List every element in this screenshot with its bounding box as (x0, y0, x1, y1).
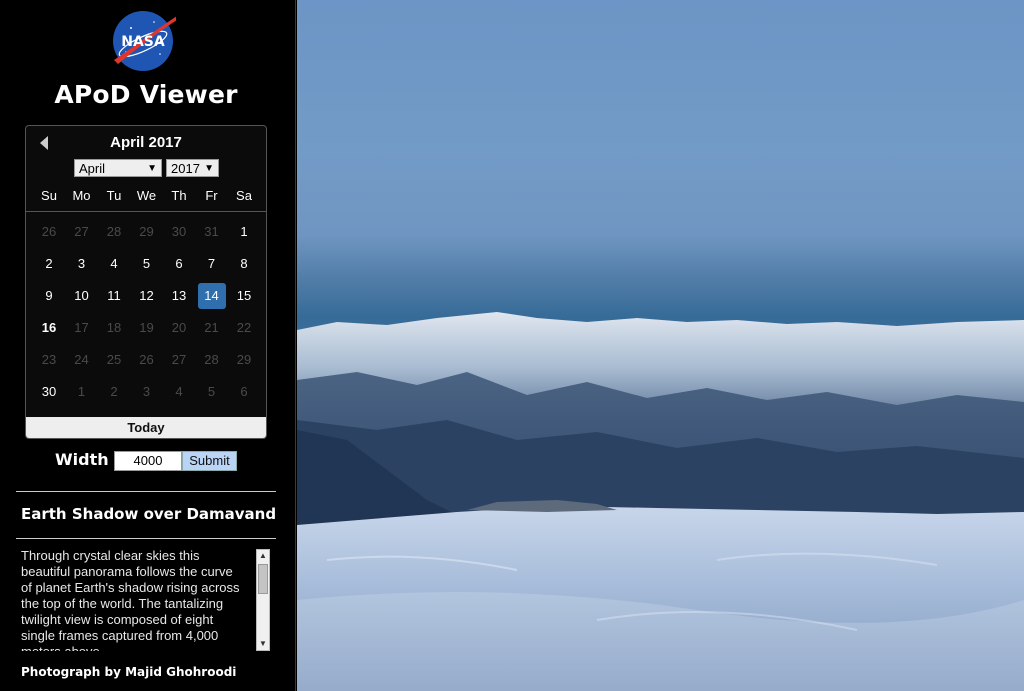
calendar-day[interactable]: 7 (198, 251, 226, 277)
calendar-day: 27 (171, 352, 187, 367)
calendar-day: 28 (106, 224, 122, 239)
article-description: Through crystal clear skies this beautif… (21, 548, 240, 651)
calendar-day: 2 (110, 384, 118, 399)
calendar-day: 23 (41, 352, 57, 367)
calendar-day: 22 (236, 320, 252, 335)
calendar-day: 1 (77, 384, 86, 399)
description-box[interactable]: Through crystal clear skies this beautif… (16, 548, 272, 651)
dropdown-arrow-icon: ▼ (204, 163, 214, 174)
scroll-thumb[interactable] (258, 564, 268, 594)
calendar-day: 25 (106, 352, 122, 367)
calendar-day: 28 (204, 352, 219, 367)
dropdown-arrow-icon: ▼ (147, 163, 157, 174)
calendar-day: 21 (204, 320, 219, 335)
calendar-day[interactable]: 11 (100, 283, 128, 309)
nasa-logo: NASA (110, 8, 183, 74)
weekday-header: Sa (236, 188, 252, 203)
calendar-day: 26 (41, 224, 57, 239)
weekday-header: Th (171, 188, 187, 203)
date-picker-calendar: April 2017 April ▼ 2017 ▼ Su Mo Tu We Th Fr Sa… (25, 125, 267, 439)
weekday-header: Su (41, 188, 57, 203)
calendar-day: 18 (106, 320, 122, 335)
divider (16, 491, 276, 492)
calendar-day: 3 (142, 384, 151, 399)
month-select-value: April (79, 161, 106, 176)
calendar-day: 20 (171, 320, 187, 335)
year-select[interactable]: 2017 ▼ (166, 159, 219, 177)
calendar-day[interactable]: 4 (100, 251, 128, 277)
scroll-down-icon[interactable]: ▼ (257, 638, 269, 650)
calendar-day[interactable]: 30 (35, 379, 63, 405)
calendar-day[interactable]: 12 (133, 283, 161, 309)
calendar-day: 5 (207, 384, 216, 399)
weekday-header: Tu (106, 188, 122, 203)
divider (16, 538, 276, 539)
calendar-day: 31 (204, 224, 219, 239)
calendar-day: 29 (139, 224, 154, 239)
nasa-logo-text: NASA (121, 34, 165, 50)
calendar-day[interactable]: 14 (197, 283, 226, 309)
calendar-days-grid: 26 27 28 29 30 31 1 2 3 4 5 6 7 8 9 10 11 12 13 14 15 16 17 18 1… (26, 219, 266, 409)
calendar-day[interactable]: 13 (165, 283, 193, 309)
calendar-day: 29 (236, 352, 252, 367)
year-select-value: 2017 (171, 161, 200, 176)
month-select[interactable]: April ▼ (74, 159, 162, 177)
width-label: Width (55, 450, 109, 469)
calendar-day[interactable]: 1 (230, 219, 258, 245)
calendar-day: 27 (74, 224, 89, 239)
apod-image (297, 0, 1024, 691)
app-title: APoD Viewer (54, 80, 238, 109)
weekday-header: Mo (72, 188, 91, 203)
description-scrollbar[interactable]: ▲ ▼ (256, 549, 270, 651)
calendar-day[interactable]: 8 (230, 251, 258, 277)
article-title: Earth Shadow over Damavand (21, 505, 277, 523)
calendar-day: 19 (139, 320, 154, 335)
calendar-day: 26 (139, 352, 154, 367)
weekday-header: Fr (205, 188, 218, 203)
calendar-day[interactable]: 5 (133, 251, 161, 277)
today-button[interactable]: Today (26, 417, 266, 438)
calendar-day[interactable]: 16 (35, 315, 63, 341)
calendar-day[interactable]: 9 (35, 283, 63, 309)
calendar-month-title: April 2017 (110, 134, 182, 151)
width-input[interactable]: 4000 (114, 451, 182, 471)
calendar-day[interactable]: 10 (68, 283, 96, 309)
calendar-day: 4 (175, 384, 183, 399)
weekday-header-row: Su Mo Tu We Th Fr Sa (26, 186, 266, 212)
calendar-day[interactable]: 2 (35, 251, 63, 277)
calendar-day: 17 (74, 320, 89, 335)
scroll-up-icon[interactable]: ▲ (257, 550, 269, 562)
calendar-day[interactable]: 6 (165, 251, 193, 277)
calendar-day: 30 (171, 224, 187, 239)
calendar-day: 6 (240, 384, 248, 399)
submit-button[interactable]: Submit (182, 451, 237, 471)
weekday-header: We (136, 188, 157, 203)
calendar-day[interactable]: 15 (230, 283, 258, 309)
photo-credit: Photograph by Majid Ghohroodi (21, 665, 237, 679)
calendar-day[interactable]: 3 (68, 251, 96, 277)
calendar-day: 24 (74, 352, 89, 367)
sidebar: NASA APoD Viewer April 2017 April ▼ 2017… (0, 0, 296, 691)
